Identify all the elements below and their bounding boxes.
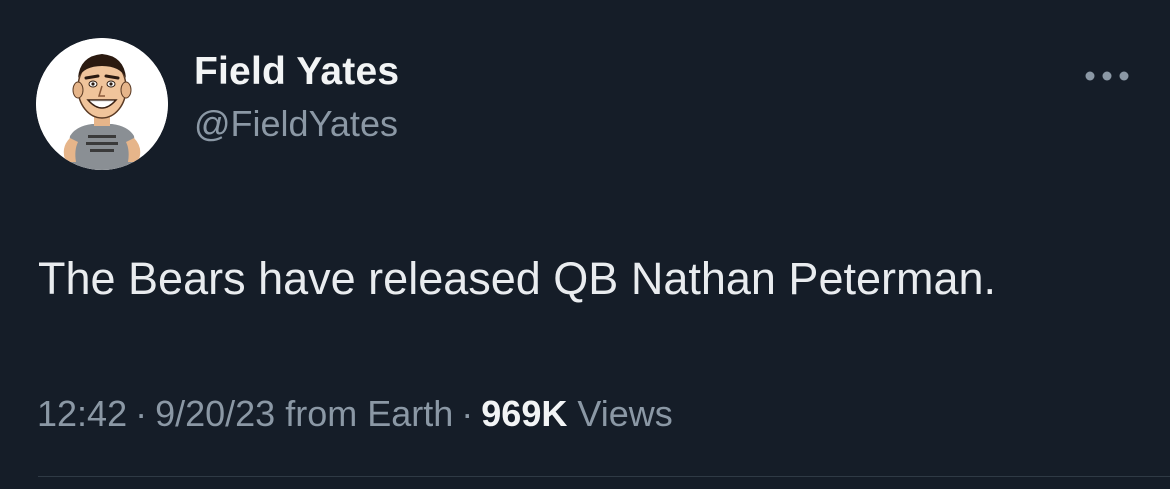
avatar[interactable]: [36, 38, 168, 170]
views-label: Views: [577, 393, 673, 434]
views-count[interactable]: 969K: [481, 393, 567, 434]
author-display-name[interactable]: Field Yates: [194, 48, 399, 96]
author-handle[interactable]: @FieldYates: [194, 102, 399, 146]
tweet-metadata: 12:42 · 9/20/23 from Earth · 969K Views: [37, 392, 673, 436]
tweet-time[interactable]: 12:42: [37, 393, 127, 434]
more-horizontal-icon: [1085, 71, 1129, 81]
tweet-source: from Earth: [285, 393, 454, 434]
tweet-text: The Bears have released QB Nathan Peterm…: [38, 253, 997, 304]
divider: [38, 476, 1170, 477]
cartoon-avatar-icon: [36, 38, 168, 170]
meta-separator: ·: [135, 393, 148, 434]
tweet-date[interactable]: 9/20/23: [155, 393, 275, 434]
more-options-button[interactable]: [1082, 62, 1132, 90]
author-info: Field Yates @FieldYates: [194, 48, 399, 146]
tweet-card: Field Yates @FieldYates The Bears have r…: [0, 0, 1170, 489]
meta-separator: ·: [461, 393, 474, 434]
